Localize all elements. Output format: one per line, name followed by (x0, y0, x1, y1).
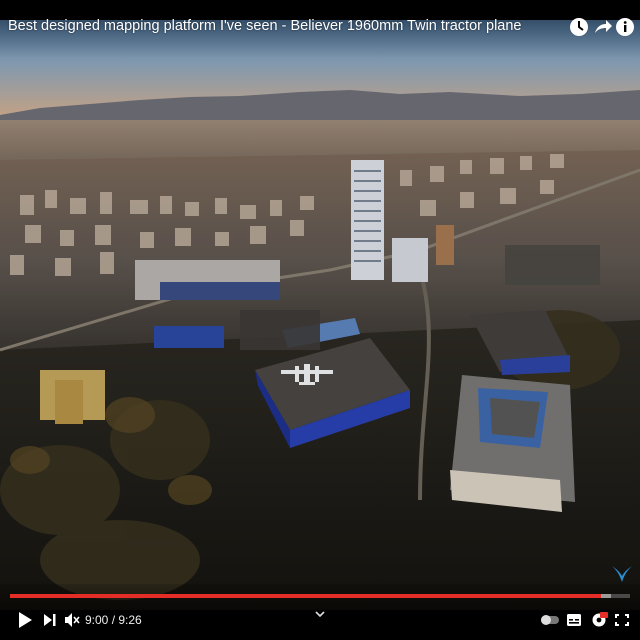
clock-icon[interactable] (568, 16, 590, 38)
bird-logo-icon (612, 566, 632, 582)
video-player[interactable]: Best designed mapping platform I've seen… (0, 0, 640, 640)
video-frame[interactable] (0, 20, 640, 610)
time-display: 9:00 / 9:26 (85, 613, 142, 627)
autoplay-toggle-icon[interactable] (540, 610, 560, 630)
time-separator: / (108, 613, 119, 627)
duration: 9:26 (118, 613, 142, 627)
chevron-down-icon[interactable] (314, 609, 326, 619)
current-time: 9:00 (85, 613, 109, 627)
mute-icon[interactable] (64, 610, 80, 630)
next-icon[interactable] (42, 610, 58, 630)
video-title[interactable]: Best designed mapping platform I've seen… (8, 18, 522, 34)
fullscreen-icon[interactable] (614, 610, 630, 630)
progress-bar[interactable] (10, 594, 630, 598)
info-icon[interactable] (614, 16, 636, 38)
play-icon[interactable] (16, 610, 34, 630)
share-icon[interactable] (592, 16, 614, 38)
progress-played (10, 594, 602, 598)
subtitles-icon[interactable] (566, 610, 582, 630)
settings-icon[interactable] (590, 610, 608, 630)
aerial-city-scene (0, 20, 640, 610)
